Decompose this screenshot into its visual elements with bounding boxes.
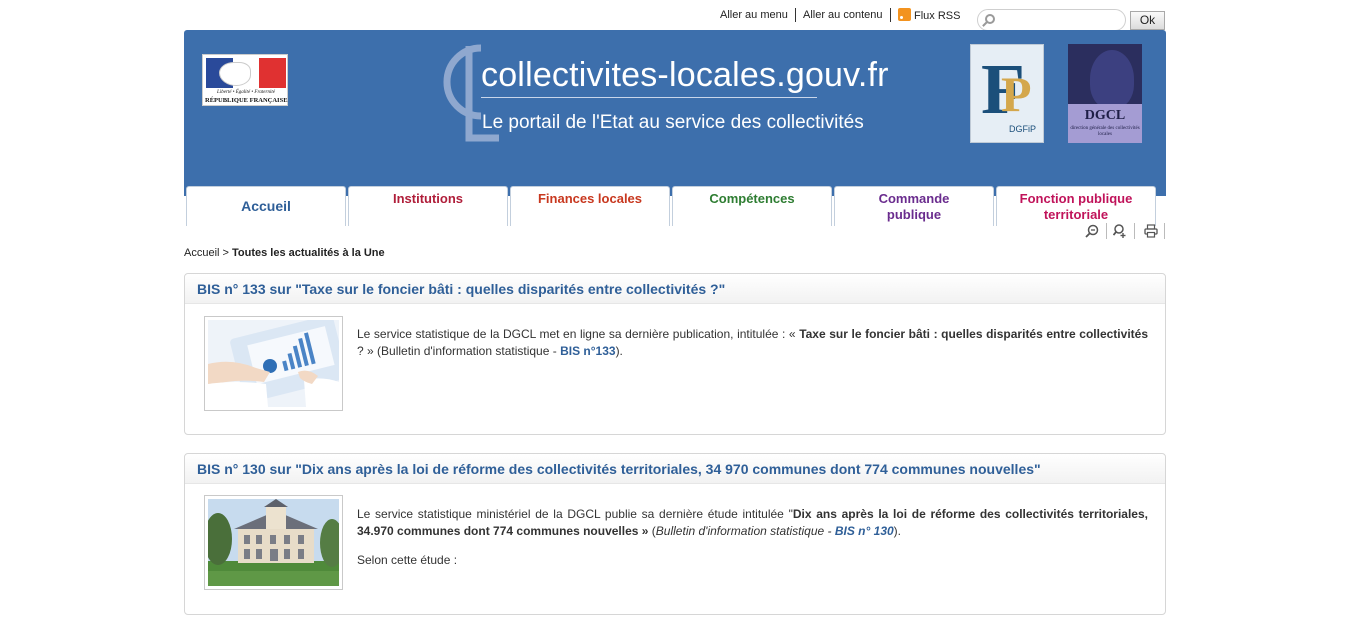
marianne-flag-icon xyxy=(206,58,287,88)
tab-label: Institutions xyxy=(392,191,464,206)
print-icon[interactable] xyxy=(1144,224,1158,238)
tab-competences[interactable]: Compétences xyxy=(672,186,832,226)
tab-label: Accueil xyxy=(241,198,291,214)
rss-icon xyxy=(898,8,911,21)
tool-divider xyxy=(1164,223,1165,239)
search-icon xyxy=(985,14,995,24)
breadcrumb-separator: > xyxy=(219,247,233,259)
site-subtitle: Le portail de l'Etat au service des coll… xyxy=(482,112,864,133)
marianne-profile-icon xyxy=(1090,50,1134,108)
news-article: BIS n° 133 sur "Taxe sur le foncier bâti… xyxy=(184,273,1166,435)
summary-text: ). xyxy=(893,524,902,538)
dgcl-logo[interactable]: DGCL direction générale des collectivité… xyxy=(1068,44,1142,143)
tab-fonction-publique-territoriale[interactable]: Fonction publique territoriale xyxy=(996,186,1156,226)
tab-label: Fonction publique territoriale xyxy=(1019,191,1133,222)
tool-divider xyxy=(1134,223,1135,239)
tab-commande-publique[interactable]: Commande publique xyxy=(834,186,994,226)
site-title[interactable]: collectivites-locales.gouv.fr xyxy=(481,56,889,95)
bis-link[interactable]: BIS n°133 xyxy=(560,344,616,358)
zoom-out-icon[interactable] xyxy=(1085,224,1099,238)
tab-accueil[interactable]: Accueil xyxy=(186,186,346,226)
skip-to-content-link[interactable]: Aller au contenu xyxy=(795,8,883,22)
summary-text: Le service statistique ministériel de la… xyxy=(357,507,793,521)
article-summary: Le service statistique ministériel de la… xyxy=(357,506,1148,540)
tab-label: Commande publique xyxy=(878,191,950,222)
search-input[interactable] xyxy=(1002,12,1120,28)
tab-institutions[interactable]: Institutions xyxy=(348,186,508,226)
summary-text: Le service statistique de la DGCL met en… xyxy=(357,327,800,341)
summary-text: ? » (Bulletin d'information statistique … xyxy=(357,344,561,358)
dgfip-label: DGFiP xyxy=(1009,124,1036,134)
summary-bold-text: Taxe sur le foncier bâti : quelles dispa… xyxy=(799,327,1148,341)
breadcrumb-home-link[interactable]: Accueil xyxy=(184,247,219,259)
marianne-motto: Liberté • Égalité • Fraternité xyxy=(217,90,275,95)
search-submit-button[interactable]: Ok xyxy=(1130,11,1165,30)
skip-to-menu-link[interactable]: Aller au menu xyxy=(720,9,788,21)
page-wrapper: Aller au menu Aller au contenu Flux RSS … xyxy=(184,0,1166,632)
tablet-chart-image xyxy=(208,314,348,407)
article-header: BIS n° 130 sur "Dix ans après la loi de … xyxy=(185,454,1165,484)
breadcrumb-current: Toutes les actualités à la Une xyxy=(232,247,385,259)
dgfip-logo[interactable]: F P DGFiP xyxy=(970,44,1044,143)
search-box xyxy=(977,9,1126,31)
article-thumbnail[interactable] xyxy=(204,495,344,590)
news-article: BIS n° 130 sur "Dix ans après la loi de … xyxy=(184,453,1166,615)
dgfip-p-icon: P xyxy=(1001,66,1032,122)
tab-label: Finances locales xyxy=(537,191,643,206)
town-hall-image xyxy=(204,499,344,586)
tool-divider xyxy=(1106,223,1107,239)
tab-finances-locales[interactable]: Finances locales xyxy=(510,186,670,226)
summary-italic-text: Bulletin d'information statistique - xyxy=(655,524,835,538)
site-header: Liberté • Égalité • Fraternité RÉPUBLIQU… xyxy=(184,30,1166,226)
summary-text: ( xyxy=(648,524,656,538)
main-nav: Accueil Institutions Finances locales Co… xyxy=(186,186,1164,226)
title-divider xyxy=(481,97,817,98)
article-title-link[interactable]: BIS n° 130 sur "Dix ans après la loi de … xyxy=(197,461,1041,477)
dgcl-label: DGCL xyxy=(1084,108,1126,123)
dgcl-sublabel: direction générale des collectivités loc… xyxy=(1070,126,1140,137)
utility-bar: Aller au menu Aller au contenu Flux RSS … xyxy=(184,5,1166,31)
republique-francaise-logo[interactable]: Liberté • Égalité • Fraternité RÉPUBLIQU… xyxy=(202,54,288,106)
rss-link[interactable]: Flux RSS xyxy=(890,8,960,22)
rss-link-label: Flux RSS xyxy=(914,10,961,22)
zoom-in-icon[interactable] xyxy=(1113,224,1127,238)
bis-link[interactable]: BIS n° 130 xyxy=(835,524,894,538)
article-header: BIS n° 133 sur "Taxe sur le foncier bâti… xyxy=(185,274,1165,304)
breadcrumb: Accueil > Toutes les actualités à la Une xyxy=(184,247,385,259)
article-title-link[interactable]: BIS n° 133 sur "Taxe sur le foncier bâti… xyxy=(197,281,725,297)
article-extra-text: Selon cette étude : xyxy=(357,553,458,567)
summary-text: ). xyxy=(615,344,623,358)
article-summary: Le service statistique de la DGCL met en… xyxy=(357,326,1148,360)
marianne-republic: RÉPUBLIQUE FRANÇAISE xyxy=(205,97,288,104)
tab-label: Compétences xyxy=(709,191,795,206)
article-thumbnail[interactable] xyxy=(204,314,348,411)
